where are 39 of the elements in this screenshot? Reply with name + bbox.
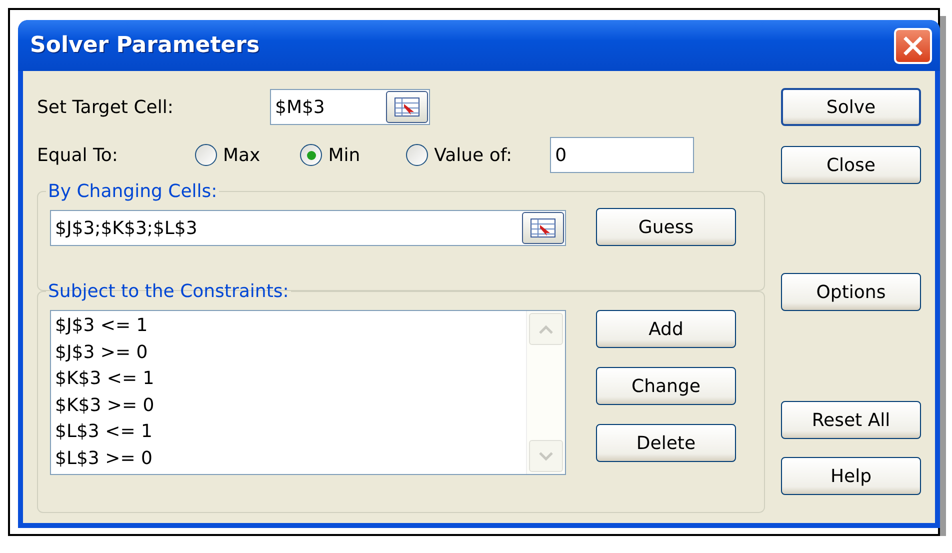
group-legend: By Changing Cells: [46,181,220,202]
changing-cells-value: $J$3;$K$3;$L$3 [55,218,198,238]
close-button[interactable] [894,28,932,64]
scroll-down-icon [539,452,553,460]
constraint-button[interactable]: Delete [596,424,736,462]
target-cell-value: $M$3 [275,96,326,118]
changing-cells-field[interactable]: $J$3;$K$3;$L$3 [50,210,566,246]
dialog-button[interactable]: Reset All [781,401,921,439]
radio-option[interactable]: Max [195,144,260,166]
range-select-button[interactable] [386,91,428,123]
constraint-button[interactable]: Change [596,367,736,405]
target-cell-label: Set Target Cell: [37,96,174,118]
constraint-item[interactable]: $J$3 <= 1 [55,313,522,340]
range-select-icon [394,97,420,117]
constraint-button[interactable]: Add [596,310,736,348]
guess-button[interactable]: Guess [596,208,736,246]
constraint-item[interactable]: $L$3 <= 1 [55,419,522,446]
range-select-icon [530,218,556,238]
dialog-button[interactable]: Help [781,457,921,495]
constraint-item[interactable]: $K$3 <= 1 [55,366,522,392]
close-icon [903,36,923,56]
dialog-button[interactable]: Close [781,146,921,184]
window-title: Solver Parameters [30,33,260,58]
radio-option[interactable]: Value of: [406,144,512,166]
constraints-list[interactable]: $J$3 <= 1 $J$3 >= 0 $K$3 <= 1 $K$3 >= 0 $L$3 <= 1 $L$3 >= 0 [50,310,566,475]
target-cell-field[interactable]: $M$3 [270,89,430,125]
dialog-button[interactable]: Options [781,273,921,311]
constraint-item[interactable]: $J$3 >= 0 [55,340,522,366]
scroll-up-icon [539,324,553,334]
equal-to-label: Equal To: [37,144,119,166]
scrollbar[interactable] [526,311,565,474]
radio-option[interactable]: Min [300,144,360,166]
range-select-button[interactable] [522,212,564,244]
value-of-field[interactable]: 0 [550,137,694,173]
group-legend: Subject to the Constraints: [46,281,291,302]
constraint-item[interactable]: $K$3 >= 0 [55,392,522,419]
value-of-value: 0 [555,144,568,166]
dialog-button[interactable]: Solve [781,88,921,126]
constraint-item[interactable]: $L$3 >= 0 [55,446,522,472]
